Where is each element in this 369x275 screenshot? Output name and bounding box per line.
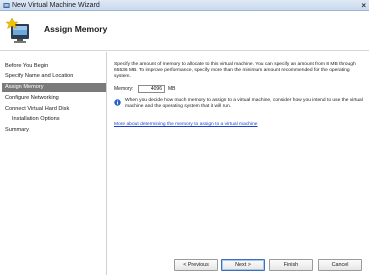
main-content: Specify the amount of memory to allocate… [108, 52, 369, 252]
memory-label: Memory: [114, 86, 134, 92]
wizard-memory-icon [6, 17, 29, 43]
sidebar-item-summary[interactable]: Summary [2, 126, 106, 135]
info-text: When you decide how much memory to assig… [125, 98, 363, 110]
sidebar-item-connect-virtual-hard-disk[interactable]: Connect Virtual Hard Disk [2, 105, 106, 114]
sidebar-item-assign-memory[interactable]: Assign Memory [2, 83, 106, 92]
info-icon [114, 99, 121, 106]
close-icon[interactable]: × [361, 1, 366, 10]
sidebar-item-configure-networking[interactable]: Configure Networking [2, 94, 106, 103]
app-icon [3, 3, 10, 8]
memory-input[interactable] [138, 85, 165, 93]
more-about-memory-link[interactable]: More about determining the memory to ass… [114, 122, 258, 127]
wizard-steps-sidebar: Before You Begin Specify Name and Locati… [0, 52, 107, 275]
page-title: Assign Memory [44, 24, 108, 34]
sidebar-item-installation-options[interactable]: Installation Options [2, 115, 106, 124]
finish-button[interactable]: Finish [269, 259, 313, 271]
window-title: New Virtual Machine Wizard [12, 1, 100, 9]
memory-row: Memory: MB [114, 85, 176, 93]
memory-unit: MB [168, 86, 176, 92]
wizard-header: Assign Memory [0, 11, 369, 51]
title-bar: New Virtual Machine Wizard × [0, 0, 369, 11]
memory-description: Specify the amount of memory to allocate… [114, 62, 356, 80]
wizard-footer: < Previous Next > Finish Cancel [108, 252, 369, 275]
sidebar-item-before-you-begin[interactable]: Before You Begin [2, 62, 106, 71]
sidebar-item-specify-name-location[interactable]: Specify Name and Location [2, 72, 106, 81]
previous-button[interactable]: < Previous [174, 259, 218, 271]
cancel-button[interactable]: Cancel [318, 259, 362, 271]
next-button[interactable]: Next > [221, 259, 265, 271]
